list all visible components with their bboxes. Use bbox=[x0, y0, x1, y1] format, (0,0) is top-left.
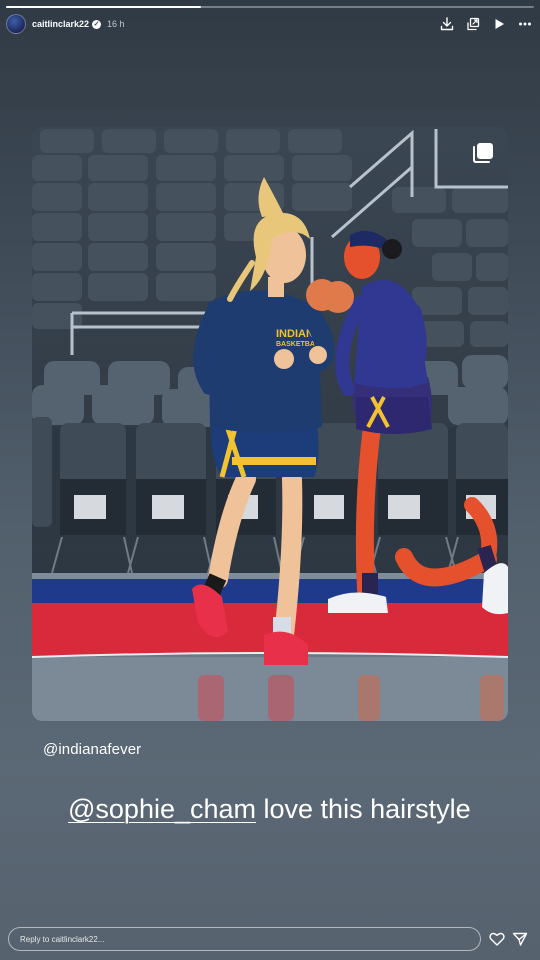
story-progress-fill bbox=[6, 6, 202, 8]
post-photo-illustration: INDIANA BASKETBALL bbox=[32, 127, 508, 721]
header-actions bbox=[440, 17, 532, 31]
story-header: caitlinclark22 ✓ 16 h bbox=[6, 12, 532, 36]
mention-tag-indianafever[interactable]: @indianafever bbox=[43, 741, 141, 758]
post-time: 16 h bbox=[107, 19, 125, 29]
caption-text: love this hairstyle bbox=[256, 794, 471, 824]
shared-post-image[interactable]: INDIANA BASKETBALL bbox=[32, 127, 508, 721]
story-progress-bar bbox=[6, 6, 534, 8]
multiple-images-icon bbox=[472, 142, 494, 164]
send-icon[interactable] bbox=[512, 931, 528, 947]
caption-mention[interactable]: @sophie_cham bbox=[68, 794, 256, 824]
play-icon[interactable] bbox=[492, 17, 506, 31]
reply-input[interactable]: Reply to caitlinclark22... bbox=[8, 927, 481, 951]
download-icon[interactable] bbox=[440, 17, 454, 31]
heart-icon[interactable] bbox=[489, 931, 505, 947]
reply-placeholder: Reply to caitlinclark22... bbox=[20, 934, 105, 944]
verified-badge-icon: ✓ bbox=[92, 19, 102, 29]
username[interactable]: caitlinclark22 bbox=[32, 19, 89, 29]
more-icon[interactable] bbox=[518, 17, 532, 31]
share-icon[interactable] bbox=[466, 17, 480, 31]
avatar[interactable] bbox=[6, 14, 26, 34]
story-caption: @sophie_cham love this hairstyle bbox=[68, 794, 471, 825]
